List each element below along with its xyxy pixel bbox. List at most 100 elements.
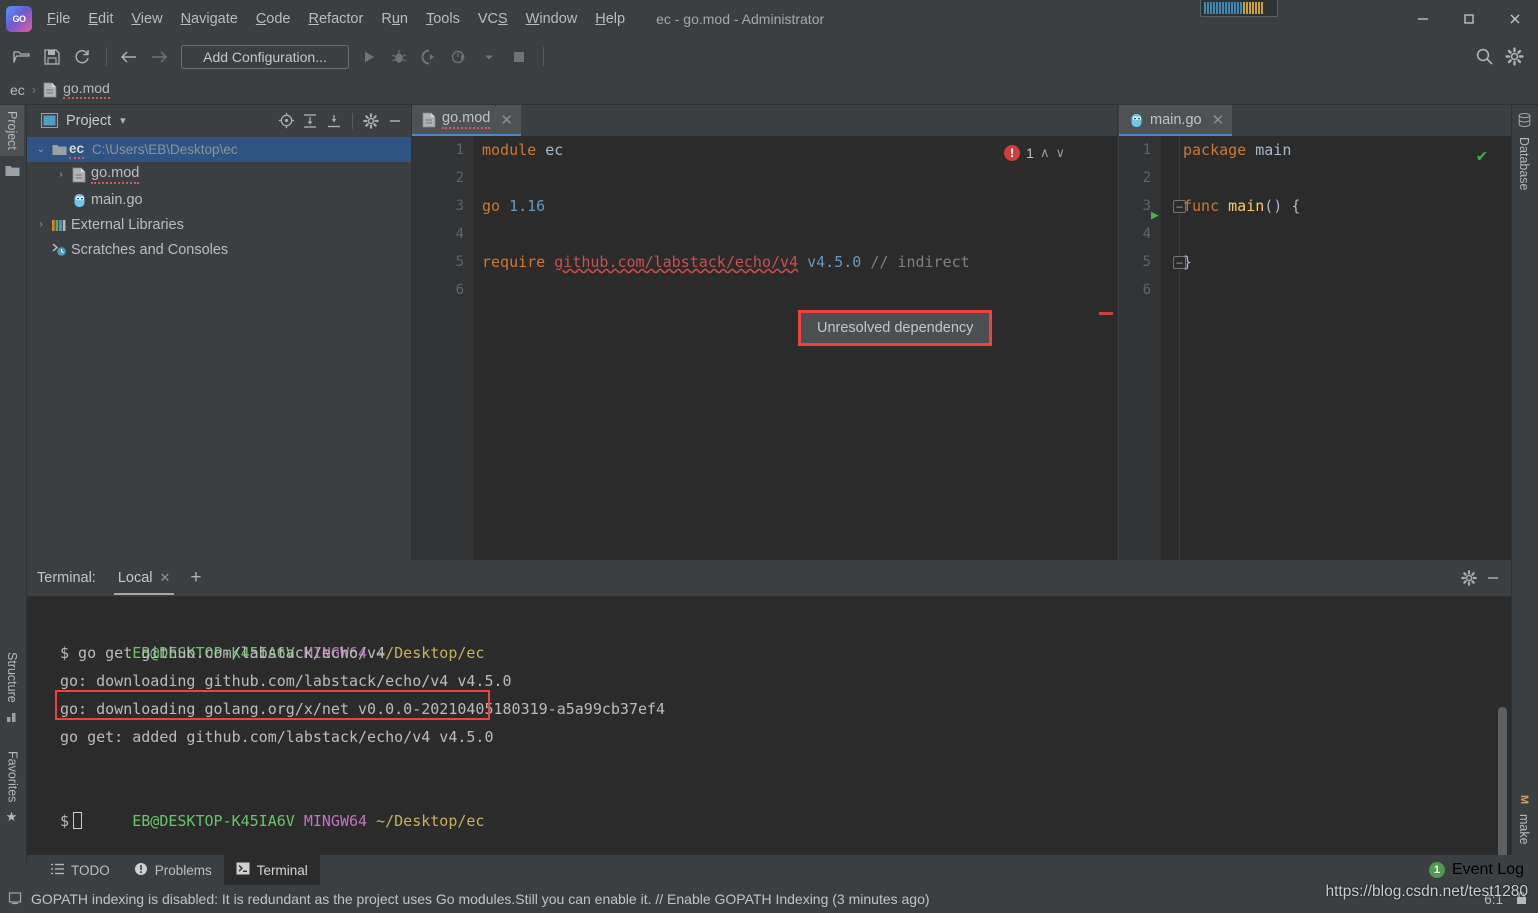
terminal-output[interactable]: EB@DESKTOP-K45IA6V MINGW64 ~/Desktop/ec …: [27, 597, 1511, 865]
save-all-icon[interactable]: [38, 43, 66, 71]
chevron-right-icon[interactable]: ›: [33, 219, 49, 230]
tab-maingo[interactable]: main.go ✕: [1119, 105, 1233, 136]
tool-window-todo[interactable]: TODO: [39, 855, 122, 885]
chevron-down-icon[interactable]: ▾: [120, 114, 126, 127]
breadcrumb-file[interactable]: go.mod: [63, 80, 110, 99]
left-rail-bottom: Structure Favorites ★: [0, 646, 25, 831]
menu-navigate[interactable]: Navigate: [172, 7, 247, 31]
sidebar-item-database[interactable]: Database: [1512, 105, 1536, 197]
event-log-area[interactable]: 1 Event Log: [1428, 861, 1538, 879]
star-icon: ★: [5, 810, 20, 825]
event-count-badge: 1: [1428, 862, 1445, 878]
terminal-icon: [236, 862, 250, 878]
tree-item-label: go.mod: [91, 165, 140, 184]
minimize-button[interactable]: [1400, 0, 1446, 38]
tab-label: main.go: [1150, 111, 1202, 128]
sidebar-item-make[interactable]: M make: [1512, 789, 1536, 851]
terminal-tab-local[interactable]: Local ✕: [113, 562, 175, 595]
close-icon[interactable]: ✕: [1212, 111, 1225, 129]
close-button[interactable]: [1492, 0, 1538, 38]
hide-panel-icon[interactable]: [1481, 566, 1505, 590]
breadcrumb-root[interactable]: ec: [10, 82, 25, 98]
tab-label: go.mod: [442, 110, 491, 129]
token-package-name: main: [1246, 141, 1292, 159]
code-editor-maingo[interactable]: 1 2 3 4 5 6 ▶ − − package main func main…: [1119, 136, 1511, 560]
code-content: package main func main() { }: [1161, 136, 1511, 560]
next-error-icon[interactable]: ∨: [1055, 145, 1065, 161]
menu-tools[interactable]: Tools: [417, 7, 469, 31]
run-gutter-icon[interactable]: ▶: [1151, 208, 1159, 223]
new-terminal-tab-icon[interactable]: +: [190, 567, 201, 589]
menu-vcs[interactable]: VCS: [469, 7, 517, 31]
tab-gomod[interactable]: go.mod ✕: [412, 105, 521, 136]
database-icon: [1517, 112, 1531, 128]
menu-code[interactable]: Code: [247, 7, 300, 31]
line-number-gutter: 1 2 3 4 5 6: [1119, 136, 1161, 560]
status-message[interactable]: GOPATH indexing is disabled: It is redun…: [31, 891, 930, 907]
tree-item-maingo[interactable]: main.go: [27, 187, 411, 212]
tree-item-gomod[interactable]: › go.mod: [27, 162, 411, 187]
chevron-down-icon[interactable]: ⌄: [33, 144, 49, 155]
make-icon: M: [1518, 795, 1530, 805]
chevron-right-icon[interactable]: ›: [53, 169, 69, 180]
tool-window-problems[interactable]: Problems: [122, 855, 224, 885]
tree-item-ec[interactable]: ⌄ ec C:\Users\EB\Desktop\ec: [27, 137, 411, 162]
goland-logo-icon: GO: [6, 6, 32, 32]
tree-item-external-libraries[interactable]: › External Libraries: [27, 212, 411, 237]
line-number: 2: [455, 170, 464, 186]
sidebar-item-favorites[interactable]: Favorites ★: [0, 745, 25, 831]
menu-refactor[interactable]: Refactor: [300, 7, 373, 31]
tool-window-terminal[interactable]: Terminal: [223, 855, 320, 885]
menu-edit[interactable]: Edit: [79, 7, 122, 31]
menu-help[interactable]: Help: [586, 7, 634, 31]
close-icon[interactable]: ✕: [160, 570, 171, 586]
menu-view[interactable]: View: [122, 7, 171, 31]
line-number: 4: [1142, 226, 1151, 242]
chevron-down-icon[interactable]: [475, 43, 503, 71]
inspection-ok-icon[interactable]: ✔: [1477, 146, 1487, 166]
scratches-icon: [49, 242, 69, 257]
profile-icon[interactable]: [445, 43, 473, 71]
collapse-all-icon[interactable]: [322, 109, 346, 133]
gear-icon[interactable]: [1457, 566, 1481, 590]
folder-icon[interactable]: [0, 156, 24, 185]
gear-icon[interactable]: [1500, 43, 1528, 71]
prev-error-icon[interactable]: ∧: [1040, 145, 1050, 161]
right-rail-bottom: M make: [1512, 789, 1536, 851]
forward-icon[interactable]: [145, 43, 173, 71]
maximize-button[interactable]: [1446, 0, 1492, 38]
error-scroll-marker[interactable]: [1099, 312, 1113, 315]
tree-item-path: C:\Users\EB\Desktop\ec: [92, 142, 238, 157]
run-icon[interactable]: [355, 43, 383, 71]
search-icon[interactable]: [1470, 43, 1498, 71]
hide-panel-icon[interactable]: [383, 109, 407, 133]
menu-run[interactable]: Run: [372, 7, 417, 31]
sidebar-item-project[interactable]: Project: [0, 105, 24, 156]
menu-window[interactable]: Window: [517, 7, 587, 31]
stop-icon[interactable]: [505, 43, 533, 71]
back-icon[interactable]: [115, 43, 143, 71]
close-icon[interactable]: ✕: [500, 111, 513, 129]
memory-indicator[interactable]: [1200, 0, 1278, 17]
open-project-icon[interactable]: [8, 43, 36, 71]
run-configuration-selector[interactable]: Add Configuration...: [181, 44, 349, 69]
run-coverage-icon[interactable]: [415, 43, 443, 71]
terminal-scrollbar[interactable]: [1498, 707, 1507, 865]
expand-all-icon[interactable]: [298, 109, 322, 133]
locate-file-icon[interactable]: [274, 109, 298, 133]
token-go-version: 1.16: [509, 197, 546, 215]
inspection-status[interactable]: ! 1 ∧ ∨: [1004, 145, 1065, 161]
toolbar-divider-2: [543, 47, 544, 66]
sync-icon[interactable]: [68, 43, 96, 71]
make-rail-label: make: [1517, 814, 1531, 845]
debug-icon[interactable]: [385, 43, 413, 71]
menu-file[interactable]: File: [38, 7, 79, 31]
code-editor-gomod[interactable]: 1 2 3 4 5 6 module ec go 1.16 require gi…: [412, 136, 1117, 560]
tree-item-scratches[interactable]: Scratches and Consoles: [27, 237, 411, 262]
breadcrumb-separator: ›: [31, 82, 37, 97]
gear-icon[interactable]: [359, 109, 383, 133]
sidebar-item-structure[interactable]: Structure: [0, 646, 24, 729]
